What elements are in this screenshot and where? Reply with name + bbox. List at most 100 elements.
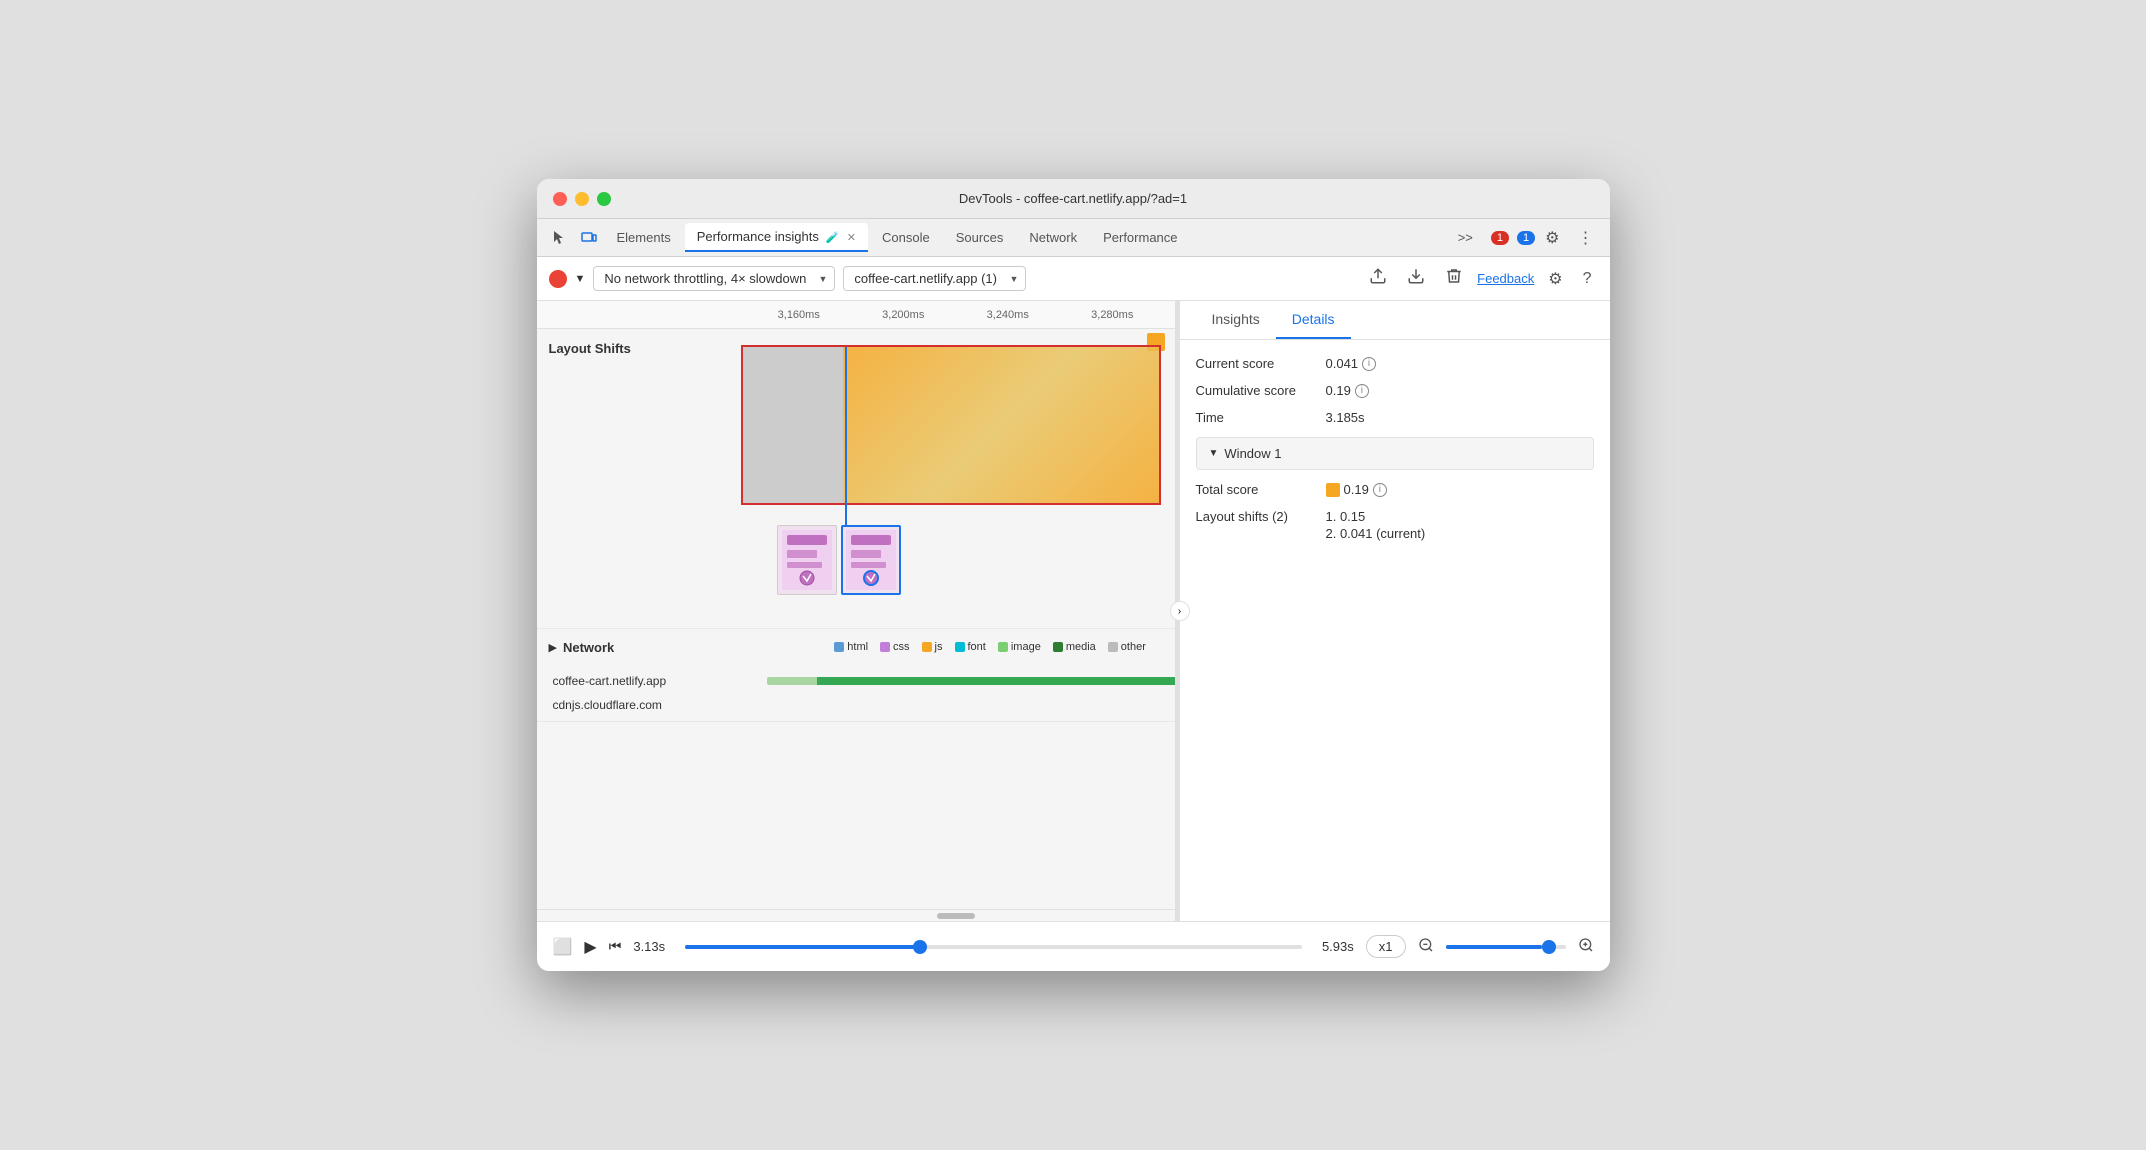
- network-header[interactable]: ▶ Network html css: [537, 629, 1175, 665]
- layout-shifts-row: Layout Shifts: [537, 329, 1175, 629]
- window1-section-header[interactable]: ▼ Window 1: [1196, 437, 1594, 470]
- settings-gear-icon[interactable]: ⚙: [1537, 224, 1567, 252]
- tab-sources[interactable]: Sources: [944, 224, 1016, 251]
- toolbar: ▼ No network throttling, 4× slowdown cof…: [537, 257, 1610, 301]
- legend-other: other: [1108, 641, 1146, 653]
- tab-network[interactable]: Network: [1017, 224, 1089, 251]
- cumulative-score-row: Cumulative score 0.19 i: [1196, 383, 1594, 398]
- zoom-out-icon[interactable]: [1418, 937, 1434, 956]
- time-row: Time 3.185s: [1196, 410, 1594, 425]
- right-panel: Insights Details Current score 0.041 i: [1180, 301, 1610, 921]
- legend-image-label: image: [1011, 641, 1041, 653]
- bottom-bar: ⬜ ▶ ⏮ 3.13s 5.93s x1: [537, 921, 1610, 971]
- time-label: Time: [1196, 410, 1326, 425]
- cumulative-score-label: Cumulative score: [1196, 383, 1326, 398]
- entry-label-1: coffee-cart.netlify.app: [537, 674, 737, 688]
- layout-shifts-detail-row: Layout shifts (2) 1. 0.15 2. 0.041 (curr…: [1196, 509, 1594, 541]
- seek-thumb[interactable]: [913, 940, 927, 954]
- tab-performance-insights[interactable]: Performance insights 🧪 ✕: [685, 223, 868, 252]
- more-tabs-button[interactable]: >>: [1450, 226, 1481, 249]
- network-label: Network: [563, 640, 614, 655]
- legend-js: js: [922, 641, 943, 653]
- scrollbar-thumb[interactable]: [937, 913, 975, 919]
- layout-shifts-detail-label: Layout shifts (2): [1196, 509, 1326, 524]
- close-button[interactable]: [553, 192, 567, 206]
- section-expand-icon: ▼: [1209, 448, 1219, 459]
- legend-media-label: media: [1066, 641, 1096, 653]
- speed-button[interactable]: x1: [1366, 935, 1406, 958]
- error-badge[interactable]: 1: [1491, 231, 1509, 245]
- devtools-window: DevTools - coffee-cart.netlify.app/?ad=1…: [537, 179, 1610, 971]
- font-color-dot: [955, 642, 965, 652]
- zoom-in-icon[interactable]: [1578, 937, 1594, 956]
- zoom-thumb[interactable]: [1542, 940, 1556, 954]
- film-icon[interactable]: ⬜: [553, 937, 573, 957]
- legend-html-label: html: [847, 641, 868, 653]
- total-score-info-icon[interactable]: i: [1373, 483, 1387, 497]
- right-panel-content: Current score 0.041 i Cumulative score 0…: [1180, 340, 1610, 921]
- legend-font-label: font: [968, 641, 986, 653]
- download-icon[interactable]: [1401, 265, 1431, 292]
- current-score-label: Current score: [1196, 356, 1326, 371]
- skip-back-button[interactable]: ⏮: [609, 938, 622, 955]
- collapse-panel-button[interactable]: ›: [1170, 601, 1190, 621]
- legend-image: image: [998, 641, 1041, 653]
- network-expand-icon[interactable]: ▶: [549, 641, 557, 654]
- record-dropdown[interactable]: ▼: [575, 273, 586, 285]
- tab-performance[interactable]: Performance: [1091, 224, 1189, 251]
- layout-shift-2-value: 2. 0.041 (current): [1326, 526, 1426, 541]
- more-options-icon[interactable]: ⋮: [1570, 224, 1602, 252]
- layout-shifts-content[interactable]: [737, 329, 1175, 628]
- maximize-button[interactable]: [597, 192, 611, 206]
- thumbnail-before[interactable]: [777, 525, 837, 595]
- thumbnail-after[interactable]: [841, 525, 901, 595]
- entry-bar-2: [737, 699, 1175, 711]
- minimize-button[interactable]: [575, 192, 589, 206]
- tab-elements[interactable]: Elements: [605, 224, 683, 251]
- legend-other-label: other: [1121, 641, 1146, 653]
- entry-bar-1: [737, 675, 1175, 687]
- network-section: ▶ Network html css: [537, 629, 1175, 722]
- legend-css: css: [880, 641, 910, 653]
- thumbnail-strip: [777, 525, 901, 595]
- html-color-dot: [834, 642, 844, 652]
- network-entry-2[interactable]: cdnjs.cloudflare.com: [537, 693, 1175, 717]
- settings-icon[interactable]: ⚙: [1542, 267, 1568, 291]
- zoom-bar[interactable]: [1446, 945, 1566, 949]
- entry-label-2: cdnjs.cloudflare.com: [537, 698, 737, 712]
- throttle-select[interactable]: No network throttling, 4× slowdown: [593, 266, 835, 291]
- total-score-value: 0.19 i: [1326, 482, 1387, 497]
- record-button[interactable]: [549, 270, 567, 288]
- left-panel: 3,160ms 3,200ms 3,240ms 3,280ms Layout S…: [537, 301, 1176, 921]
- tick-1: 3,160ms: [778, 309, 820, 321]
- tick-2: 3,200ms: [882, 309, 924, 321]
- cumulative-score-info-icon[interactable]: i: [1355, 384, 1369, 398]
- horizontal-scrollbar[interactable]: [537, 909, 1175, 921]
- current-score-info-icon[interactable]: i: [1362, 357, 1376, 371]
- help-icon[interactable]: ?: [1577, 268, 1598, 290]
- device-toggle-icon[interactable]: [575, 226, 603, 250]
- tab-close-icon[interactable]: ✕: [847, 232, 856, 244]
- legend-html: html: [834, 641, 868, 653]
- seek-bar[interactable]: [685, 945, 1302, 949]
- info-badge[interactable]: 1: [1517, 231, 1535, 245]
- origin-select[interactable]: coffee-cart.netlify.app (1): [843, 266, 1026, 291]
- js-color-dot: [922, 642, 932, 652]
- cursor-icon[interactable]: [545, 226, 573, 250]
- network-entry-1[interactable]: coffee-cart.netlify.app: [537, 669, 1175, 693]
- right-panel-tabs: Insights Details: [1180, 301, 1610, 340]
- tab-console[interactable]: Console: [870, 224, 942, 251]
- play-button[interactable]: ▶: [584, 937, 596, 957]
- start-time-label: 3.13s: [633, 939, 665, 954]
- traffic-lights: [553, 192, 611, 206]
- delete-icon[interactable]: [1439, 265, 1469, 292]
- insights-tab[interactable]: Insights: [1196, 301, 1276, 339]
- upload-icon[interactable]: [1363, 265, 1393, 292]
- score-color-indicator: [1326, 483, 1340, 497]
- tick-4: 3,280ms: [1091, 309, 1133, 321]
- layout-shift-1-value: 1. 0.15: [1326, 509, 1366, 524]
- feedback-button[interactable]: Feedback: [1477, 271, 1534, 286]
- resize-handle[interactable]: ›: [1176, 301, 1180, 921]
- details-tab[interactable]: Details: [1276, 301, 1351, 339]
- total-score-row: Total score 0.19 i: [1196, 482, 1594, 497]
